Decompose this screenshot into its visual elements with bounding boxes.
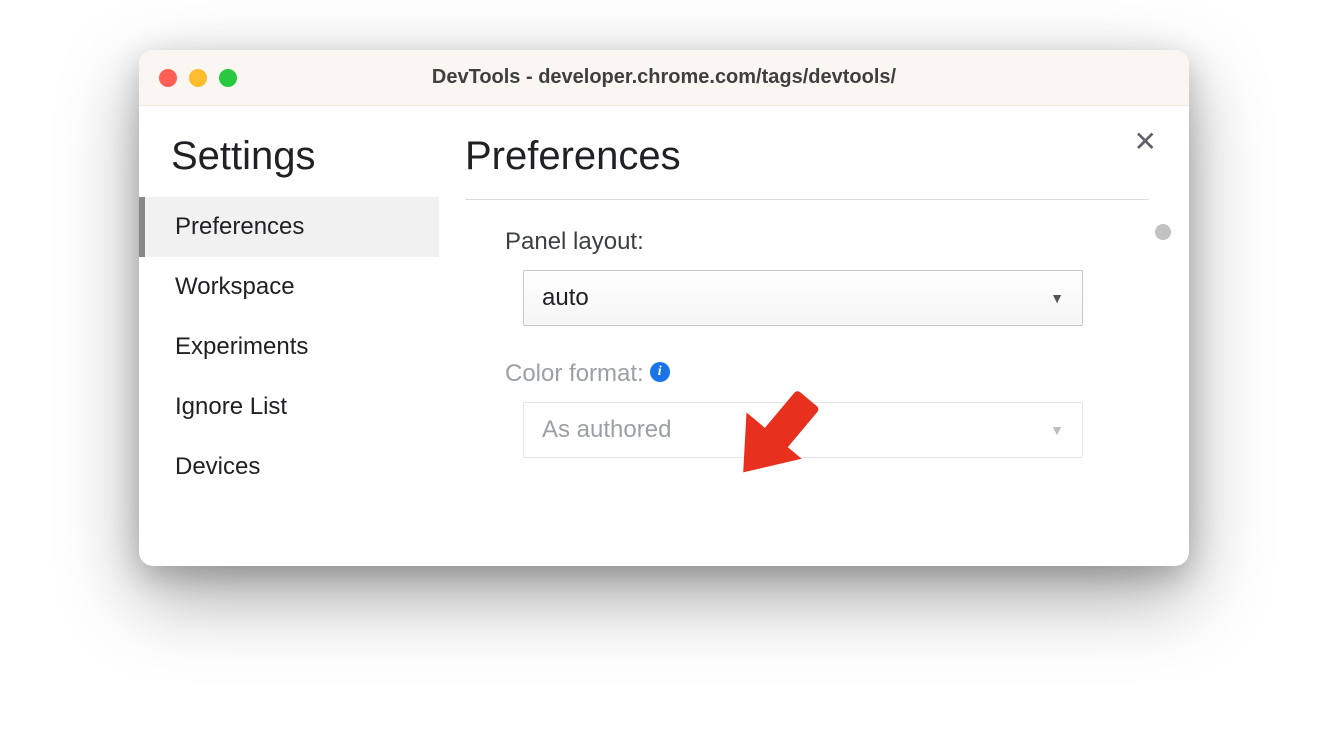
chevron-down-icon: ▼	[1050, 290, 1064, 306]
sidebar-item-experiments[interactable]: Experiments	[139, 317, 439, 377]
chevron-down-icon: ▼	[1050, 422, 1064, 438]
sidebar-item-workspace[interactable]: Workspace	[139, 257, 439, 317]
sidebar-item-label: Ignore List	[175, 393, 287, 420]
scrollbar-thumb[interactable]	[1155, 224, 1171, 240]
panel-layout-field: Panel layout: auto ▼	[505, 228, 1141, 326]
preferences-fields: Panel layout: auto ▼ Color format: i As …	[465, 228, 1149, 458]
color-format-field: Color format: i As authored ▼	[505, 360, 1141, 458]
panel-layout-select[interactable]: auto ▼	[523, 270, 1083, 326]
sidebar-item-label: Experiments	[175, 333, 308, 360]
sidebar-item-ignore-list[interactable]: Ignore List	[139, 377, 439, 437]
sidebar-item-preferences[interactable]: Preferences	[139, 197, 439, 257]
traffic-lights	[159, 69, 237, 87]
divider	[465, 199, 1149, 200]
sidebar-item-label: Devices	[175, 453, 260, 480]
color-format-select: As authored ▼	[523, 402, 1083, 458]
preferences-panel: Preferences Panel layout: auto ▼ Color f…	[439, 106, 1189, 566]
devtools-settings-window: DevTools - developer.chrome.com/tags/dev…	[139, 50, 1189, 566]
window-minimize-button[interactable]	[189, 69, 207, 87]
settings-content: ✕ Settings Preferences Workspace Experim…	[139, 106, 1189, 566]
sidebar-items: Preferences Workspace Experiments Ignore…	[139, 197, 439, 497]
window-close-button[interactable]	[159, 69, 177, 87]
page-title: Preferences	[465, 134, 1149, 199]
sidebar-title: Settings	[139, 134, 439, 197]
window-title: DevTools - developer.chrome.com/tags/dev…	[139, 66, 1189, 89]
settings-sidebar: Settings Preferences Workspace Experimen…	[139, 106, 439, 566]
scrollbar[interactable]	[1155, 224, 1171, 556]
color-format-value: As authored	[542, 416, 671, 444]
sidebar-item-label: Workspace	[175, 273, 295, 300]
sidebar-item-label: Preferences	[175, 213, 304, 240]
titlebar: DevTools - developer.chrome.com/tags/dev…	[139, 50, 1189, 106]
sidebar-item-devices[interactable]: Devices	[139, 437, 439, 497]
panel-layout-value: auto	[542, 284, 589, 312]
color-format-label: Color format: i	[505, 360, 670, 388]
window-zoom-button[interactable]	[219, 69, 237, 87]
info-icon[interactable]: i	[650, 362, 670, 382]
color-format-label-text: Color format:	[505, 360, 644, 388]
panel-layout-label: Panel layout:	[505, 228, 644, 256]
